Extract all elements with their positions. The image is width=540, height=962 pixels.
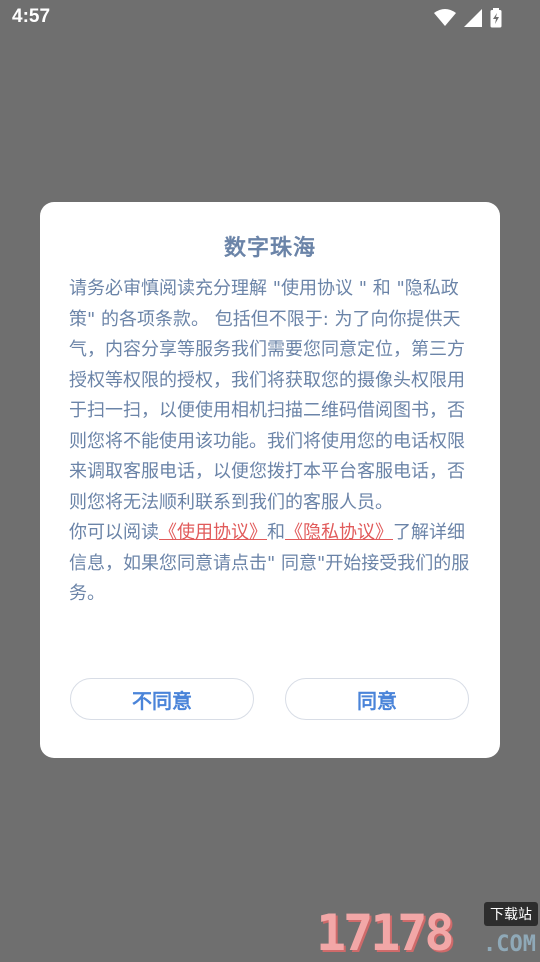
signal-icon <box>464 9 482 27</box>
status-bar: 4:57 <box>0 0 540 36</box>
links-paragraph: 你可以阅读《使用协议》和《隐私协议》了解详细信息，如果您同意请点击" 同意"开始… <box>69 518 474 610</box>
watermark-digits: 17178 <box>316 904 455 962</box>
consent-dialog: 数字珠海 请务必审慎阅读充分理解 "使用协议 " 和 "隐私政策" 的各项条款。… <box>40 202 500 758</box>
usage-agreement-link[interactable]: 《使用协议》 <box>159 522 267 543</box>
links-prefix: 你可以阅读 <box>69 522 159 543</box>
privacy-agreement-link[interactable]: 《隐私协议》 <box>285 522 393 543</box>
dialog-title: 数字珠海 <box>223 236 316 261</box>
disagree-button[interactable]: 不同意 <box>70 678 254 720</box>
wifi-icon <box>434 9 456 26</box>
agree-button[interactable]: 同意 <box>285 678 469 720</box>
links-and: 和 <box>267 522 285 543</box>
status-icons <box>434 8 502 28</box>
watermark-tag: 下载站 <box>484 902 538 926</box>
status-time: 4:57 <box>12 6 51 27</box>
consent-paragraph: 请务必审慎阅读充分理解 "使用协议 " 和 "隐私政策" 的各项条款。 包括但不… <box>69 278 465 513</box>
battery-charging-icon <box>490 8 502 28</box>
site-watermark: 17178 下载站 .COM <box>316 900 540 962</box>
dialog-body: 请务必审慎阅读充分理解 "使用协议 " 和 "隐私政策" 的各项条款。 包括但不… <box>69 274 474 610</box>
watermark-domain: .COM <box>483 932 536 957</box>
